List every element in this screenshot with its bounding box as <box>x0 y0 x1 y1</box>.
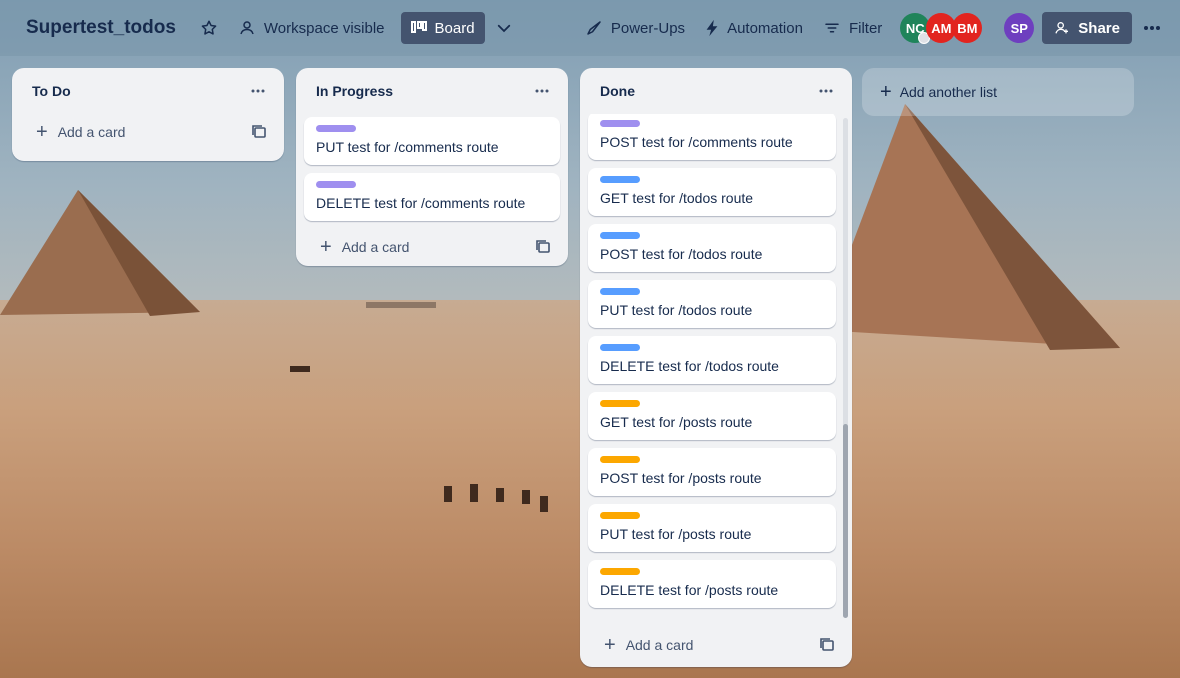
star-icon <box>201 20 217 35</box>
more-icon <box>535 89 549 93</box>
list-title[interactable]: To Do <box>32 83 71 99</box>
card-title: PUT test for /posts route <box>600 526 752 542</box>
plus-icon: + <box>880 80 892 103</box>
template-icon[interactable] <box>536 240 550 254</box>
card-label-purple[interactable] <box>316 125 356 132</box>
share-label: Share <box>1078 19 1120 37</box>
card[interactable]: DELETE test for /todos route <box>588 336 836 384</box>
automation-button[interactable]: Automation <box>695 12 813 44</box>
member-avatar[interactable]: BM <box>952 13 983 43</box>
plus-icon: + <box>604 634 616 656</box>
card-title: POST test for /todos route <box>600 246 763 262</box>
card[interactable]: POST test for /todos route <box>588 224 836 272</box>
list-menu-button[interactable] <box>528 77 556 105</box>
card-title: POST test for /comments route <box>600 134 793 150</box>
lightning-icon <box>706 19 718 37</box>
visibility-button[interactable]: Workspace visible <box>228 12 395 44</box>
list-todo: To Do + Add a card <box>12 68 284 161</box>
card-label-blue[interactable] <box>600 176 640 183</box>
rocket-icon <box>587 21 601 35</box>
more-icon <box>819 89 833 93</box>
card-label-blue[interactable] <box>600 288 640 295</box>
board-icon <box>410 21 427 33</box>
card-title: PUT test for /todos route <box>600 302 753 318</box>
add-card-label: Add a card <box>625 637 694 653</box>
template-icon[interactable] <box>820 638 834 652</box>
board-view-button[interactable]: Board <box>400 12 485 44</box>
card-label-orange[interactable] <box>600 456 640 463</box>
card-title: DELETE test for /posts route <box>600 582 779 598</box>
scrollbar-thumb[interactable] <box>843 424 848 618</box>
card-list-scroll[interactable]: POST test for /comments route GET test f… <box>580 114 852 621</box>
card-label-blue[interactable] <box>600 232 640 239</box>
list-in-progress: In Progress PUT test for /comments route… <box>296 68 568 266</box>
add-card-label: Add a card <box>57 124 126 140</box>
card-list: POST test for /comments route GET test f… <box>580 114 852 616</box>
card[interactable]: POST test for /comments route <box>588 114 836 160</box>
powerups-button[interactable]: Power-Ups <box>575 12 695 44</box>
card-title: DELETE test for /todos route <box>600 358 779 374</box>
card-label-purple[interactable] <box>316 181 356 188</box>
card[interactable]: DELETE test for /posts route <box>588 560 836 608</box>
add-card-button[interactable]: + Add a card <box>588 627 844 663</box>
card[interactable]: DELETE test for /comments route <box>304 173 560 221</box>
card-title: PUT test for /comments route <box>316 139 499 155</box>
board-menu-button[interactable] <box>1136 12 1168 44</box>
list-menu-button[interactable] <box>244 77 272 105</box>
list-menu-button[interactable] <box>812 77 840 105</box>
add-list-label: Add another list <box>899 84 997 100</box>
board-title[interactable]: Supertest_todos <box>16 17 186 39</box>
card[interactable]: PUT test for /posts route <box>588 504 836 552</box>
list-title[interactable]: In Progress <box>316 83 393 99</box>
people-icon <box>240 21 254 35</box>
list-done: Done POST test for /comments route GET t… <box>580 68 852 667</box>
card-list: PUT test for /comments route DELETE test… <box>296 117 568 221</box>
plus-icon: + <box>320 236 332 258</box>
add-person-icon <box>1055 22 1069 34</box>
card[interactable]: GET test for /posts route <box>588 392 836 440</box>
template-icon[interactable] <box>252 125 266 139</box>
chevron-down-icon <box>497 24 510 33</box>
board-view-label: Board <box>434 19 475 37</box>
card-label-orange[interactable] <box>600 400 640 407</box>
card-title: GET test for /todos route <box>600 190 754 206</box>
filter-button[interactable]: Filter <box>813 12 892 44</box>
powerups-label: Power-Ups <box>610 19 686 37</box>
more-icon <box>1144 26 1160 30</box>
more-icon <box>251 89 265 93</box>
card-title: GET test for /posts route <box>600 414 753 430</box>
add-list-button[interactable]: + Add another list <box>862 68 1134 116</box>
view-switcher-button[interactable] <box>485 12 523 44</box>
card-title: POST test for /posts route <box>600 470 762 486</box>
filter-label: Filter <box>848 19 883 37</box>
list-header: To Do <box>12 68 284 114</box>
star-button[interactable] <box>190 12 228 44</box>
card-title: DELETE test for /comments route <box>316 195 526 211</box>
add-card-label: Add a card <box>341 239 410 255</box>
board-members: NC AM BM SP <box>900 13 1035 44</box>
card-label-orange[interactable] <box>600 568 640 575</box>
current-user-avatar[interactable]: SP <box>1004 13 1035 43</box>
add-card-button[interactable]: + Add a card <box>20 114 276 150</box>
card[interactable]: POST test for /posts route <box>588 448 836 496</box>
card-label-purple[interactable] <box>600 120 640 127</box>
scrollbar[interactable] <box>843 118 848 618</box>
card-label-orange[interactable] <box>600 512 640 519</box>
list-title[interactable]: Done <box>600 83 635 99</box>
automation-label: Automation <box>727 19 803 37</box>
share-button[interactable]: Share <box>1042 12 1132 44</box>
plus-icon: + <box>36 121 48 143</box>
card-label-blue[interactable] <box>600 344 640 351</box>
board-header: Supertest_todos Workspace visible Board … <box>0 0 1180 56</box>
card[interactable]: PUT test for /comments route <box>304 117 560 165</box>
filter-icon <box>825 23 839 33</box>
add-card-button[interactable]: + Add a card <box>304 229 560 265</box>
list-header: In Progress <box>296 68 568 114</box>
card[interactable]: GET test for /todos route <box>588 168 836 216</box>
card[interactable]: PUT test for /todos route <box>588 280 836 328</box>
visibility-label: Workspace visible <box>263 19 385 37</box>
list-header: Done <box>580 68 852 114</box>
